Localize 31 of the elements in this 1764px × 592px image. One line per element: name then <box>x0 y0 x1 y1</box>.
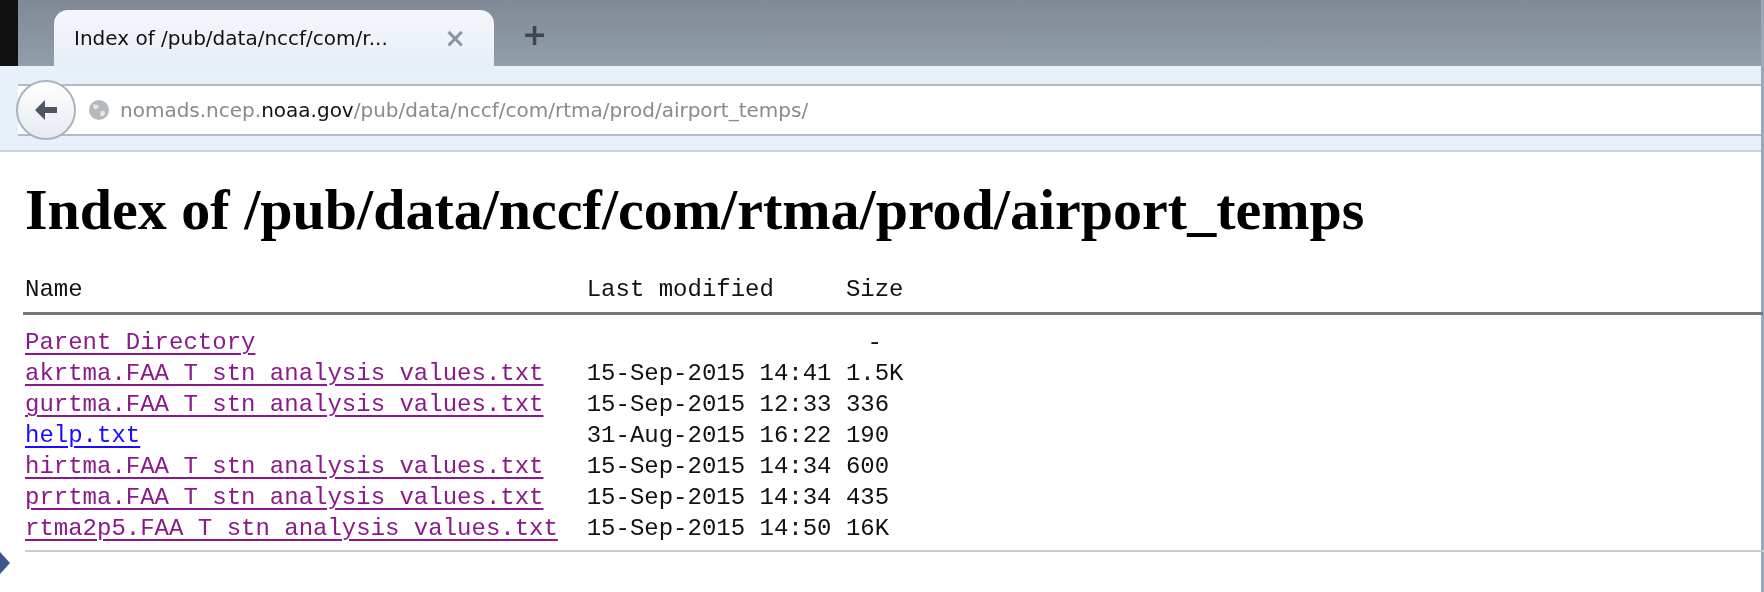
file-link[interactable]: help.txt <box>25 422 141 449</box>
page-heading: Index of /pub/data/nccf/com/rtma/prod/airport_temps <box>25 176 1366 244</box>
file-size: 336 <box>845 390 891 420</box>
file-size: 1.5K <box>845 359 905 389</box>
modified-date: 15-Sep-2015 14:41 <box>586 360 832 387</box>
file-size: 190 <box>845 421 891 451</box>
browser-tab[interactable]: Index of /pub/data/nccf/com/r... × <box>54 10 494 66</box>
file-link[interactable]: akrtma.FAA T stn analysis values.txt <box>25 360 544 387</box>
url-text: nomads.ncep.noaa.gov/pub/data/nccf/com/rtma/prod/airport_temps/ <box>120 98 809 122</box>
file-link[interactable]: Parent Directory <box>25 329 256 356</box>
back-button[interactable] <box>16 80 76 140</box>
file-size: 16K <box>845 514 891 544</box>
modified-date: 15-Sep-2015 14:34 <box>586 453 832 480</box>
column-header: Name <box>25 275 84 305</box>
modified-date: 15-Sep-2015 14:34 <box>586 484 832 511</box>
file-size: - <box>866 328 883 358</box>
file-link[interactable]: gurtma.FAA T stn analysis values.txt <box>25 391 544 418</box>
file-size: 600 <box>845 452 891 482</box>
triangle-icon <box>0 552 10 574</box>
column-header: Size <box>845 275 905 305</box>
globe-icon <box>88 99 110 121</box>
file-link[interactable]: hirtma.FAA T stn analysis values.txt <box>25 453 544 480</box>
file-link[interactable]: rtma2p5.FAA T stn analysis values.txt <box>25 515 558 542</box>
tab-title: Index of /pub/data/nccf/com/r... <box>74 26 388 50</box>
back-arrow-icon <box>33 98 59 122</box>
file-link[interactable]: prrtma.FAA T stn analysis values.txt <box>25 484 544 511</box>
file-size: 435 <box>845 483 891 513</box>
modified-date: 31-Aug-2015 16:22 <box>586 422 832 449</box>
column-header: Last modified <box>586 275 775 305</box>
modified-date: 15-Sep-2015 12:33 <box>586 391 832 418</box>
modified-date: 15-Sep-2015 14:50 <box>586 515 832 542</box>
